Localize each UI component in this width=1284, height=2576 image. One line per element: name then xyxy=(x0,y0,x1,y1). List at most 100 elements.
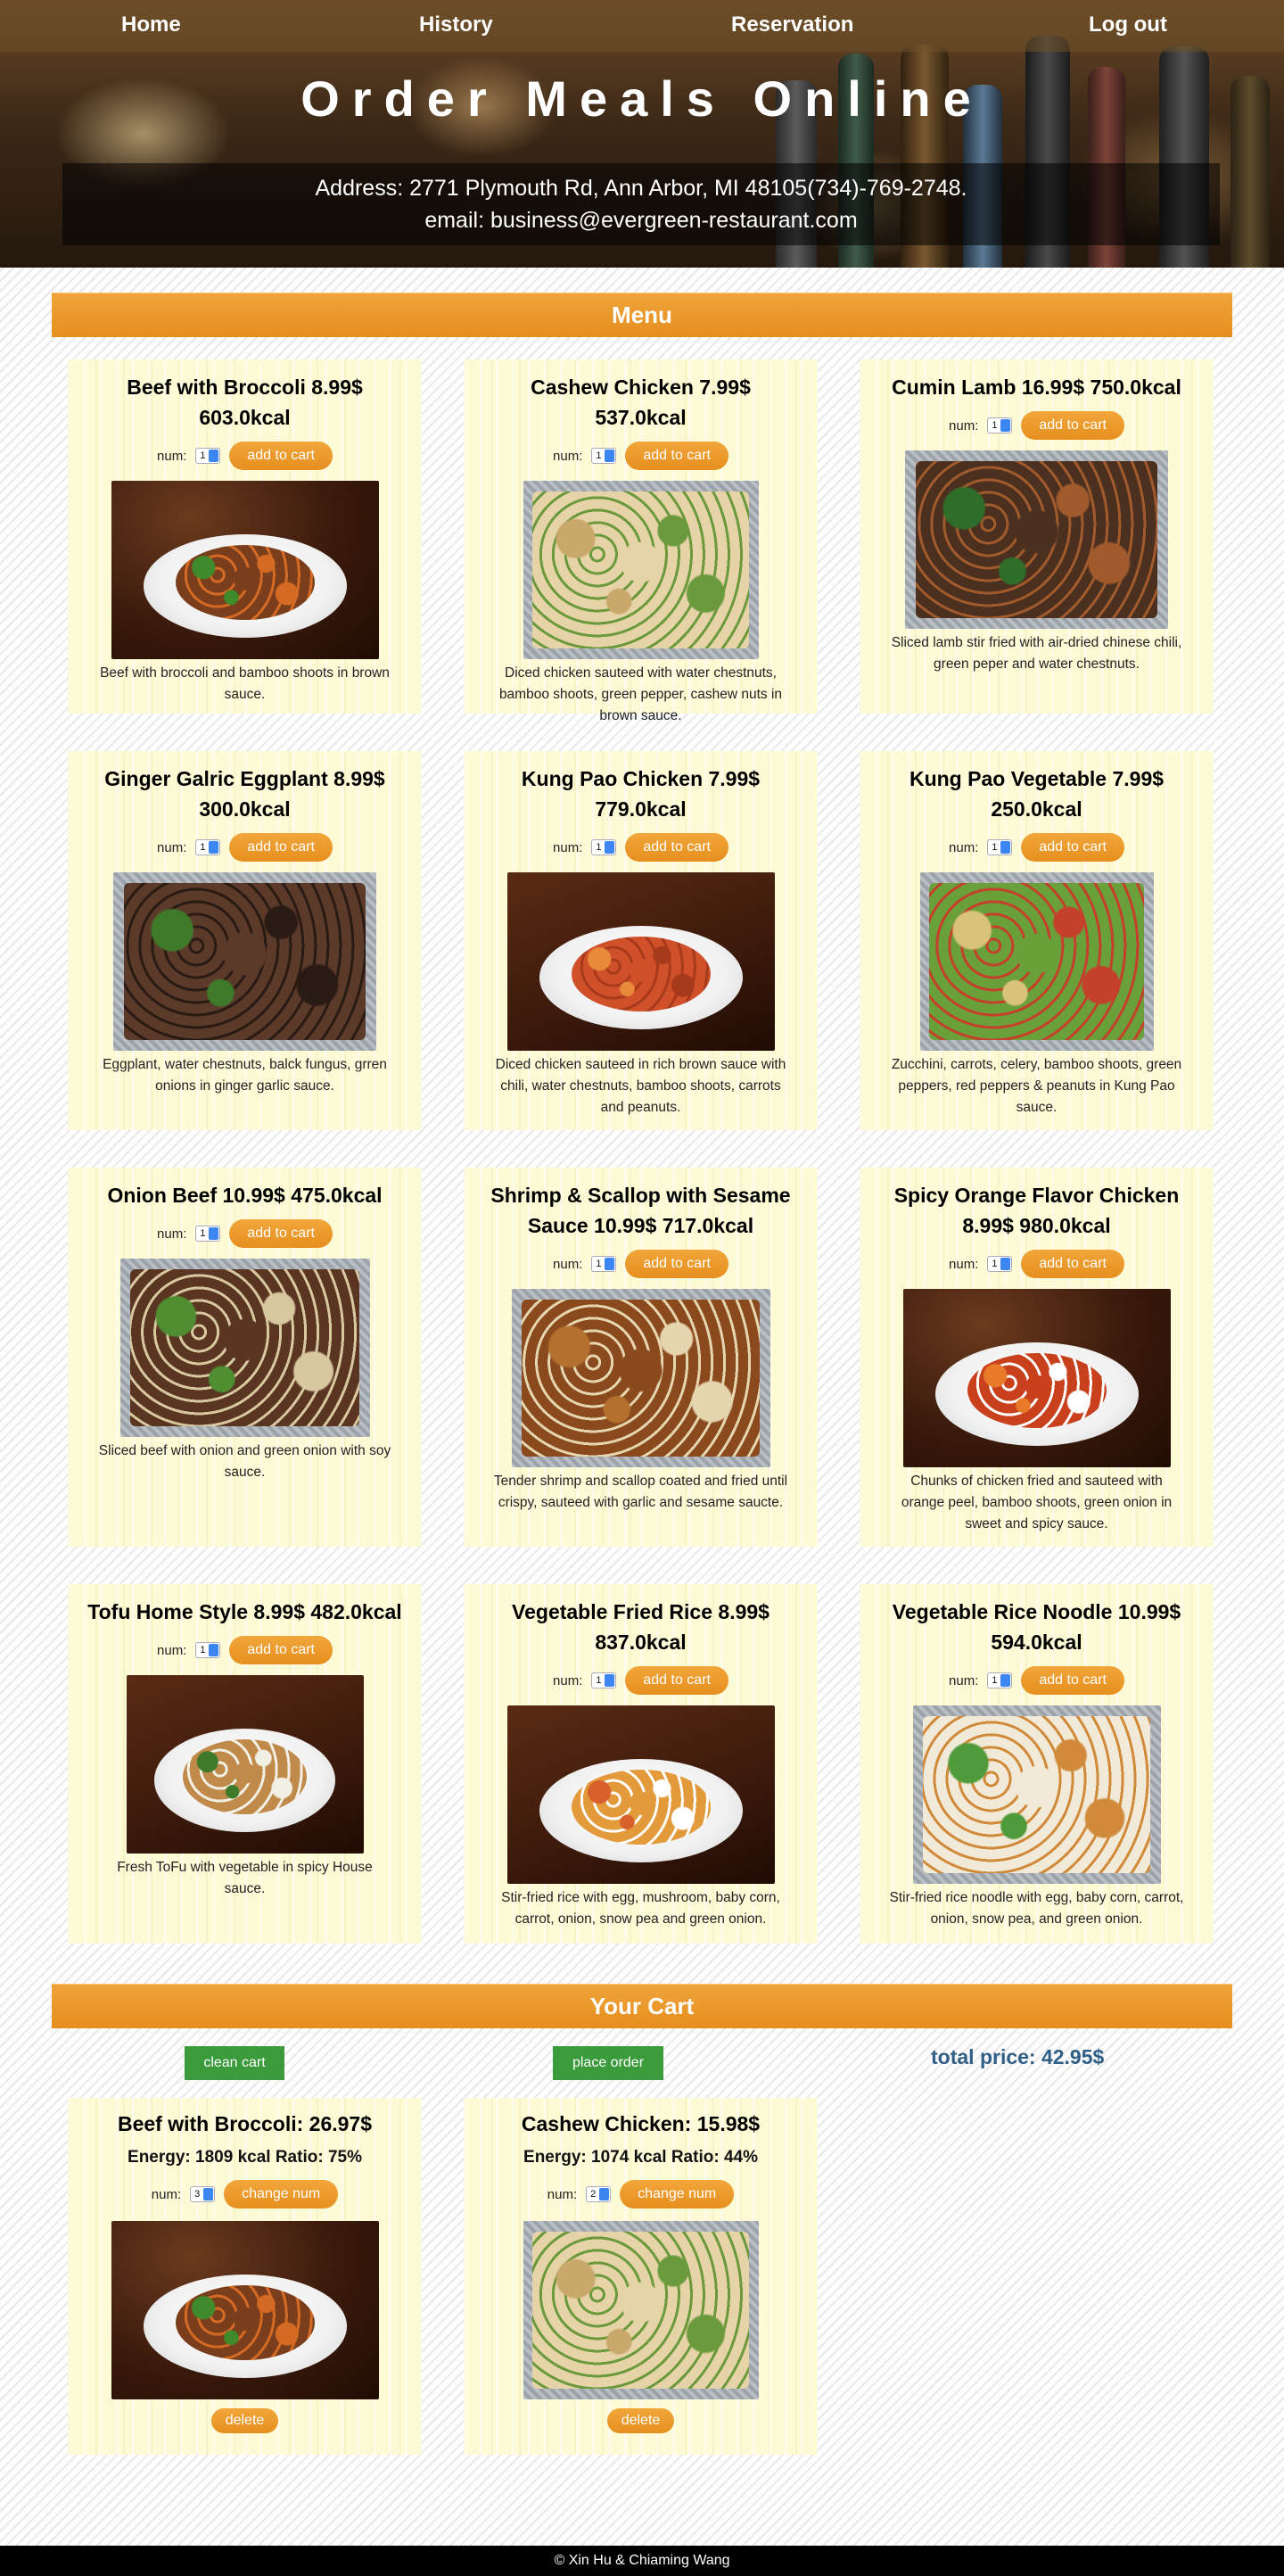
add-to-cart-button[interactable]: add to cart xyxy=(625,1250,728,1278)
quantity-select[interactable]: 1 xyxy=(591,1672,617,1688)
quantity-select[interactable]: 1 xyxy=(987,839,1013,855)
quantity-select[interactable]: 1 xyxy=(195,1226,221,1242)
add-to-cart-button[interactable]: add to cart xyxy=(625,833,728,862)
add-to-cart-button[interactable]: add to cart xyxy=(1021,1666,1124,1695)
delete-button[interactable]: delete xyxy=(606,2408,675,2433)
cart-quantity-select[interactable]: 2 xyxy=(586,2186,612,2202)
num-label: num: xyxy=(553,839,583,855)
nav-reservation-link[interactable]: Reservation xyxy=(731,12,853,37)
delete-button[interactable]: delete xyxy=(210,2408,279,2433)
quantity-row: num: 1 add to cart xyxy=(77,1219,413,1248)
menu-item-description: Zucchini, carrots, celery, bamboo shoots… xyxy=(891,1057,1182,1115)
menu-item-description: Stir-fried rice noodle with egg, baby co… xyxy=(889,1890,1184,1927)
add-to-cart-button[interactable]: add to cart xyxy=(229,833,333,862)
menu-item-title: Vegetable Fried Rice 8.99$ 837.0kcal xyxy=(512,1600,770,1654)
food-texture xyxy=(967,1353,1107,1428)
nav-history-link[interactable]: History xyxy=(419,12,493,37)
quantity-row: num: 1 add to cart xyxy=(868,411,1205,440)
quantity-row: num: 1 add to cart xyxy=(473,1666,809,1695)
num-label: num: xyxy=(547,2186,578,2202)
footer: © Xin Hu & Chiaming Wang xyxy=(0,2546,1284,2576)
quantity-row: num: 1 add to cart xyxy=(77,833,413,862)
quantity-select[interactable]: 1 xyxy=(195,448,221,464)
food-texture xyxy=(915,461,1158,618)
tofu-image xyxy=(126,1675,364,1854)
quantity-select[interactable]: 1 xyxy=(987,1256,1013,1272)
menu-item-description: Diced chicken sauteed in rich brown sauc… xyxy=(495,1057,786,1115)
add-to-cart-button[interactable]: add to cart xyxy=(1021,411,1124,440)
add-to-cart-button[interactable]: add to cart xyxy=(229,1219,333,1248)
cart-quantity-row: num: 2 change num xyxy=(473,2180,809,2209)
cart-item-energy: Energy: 1074 kcal Ratio: 44% xyxy=(523,2148,758,2167)
change-num-button[interactable]: change num xyxy=(224,2180,339,2209)
cart-item-energy: Energy: 1809 kcal Ratio: 75% xyxy=(128,2148,362,2167)
menu-item-title: Cumin Lamb 16.99$ 750.0kcal xyxy=(892,376,1181,399)
food-texture xyxy=(922,1716,1151,1873)
add-to-cart-button[interactable]: add to cart xyxy=(229,1636,333,1664)
menu-item-description: Beef with broccoli and bamboo shoots in … xyxy=(100,665,390,702)
num-label: num: xyxy=(553,1672,583,1688)
quantity-select[interactable]: 1 xyxy=(195,1642,221,1658)
cart-card: Beef with Broccoli: 26.97$ Energy: 1809 k… xyxy=(68,2098,422,2455)
num-label: num: xyxy=(949,1256,979,1272)
menu-item-title: Shrimp & Scallop with Sesame Sauce 10.99… xyxy=(490,1184,791,1237)
quantity-row: num: 1 add to cart xyxy=(77,442,413,470)
menu-item-title: Kung Pao Chicken 7.99$ 779.0kcal xyxy=(521,767,761,821)
food-texture xyxy=(175,2285,315,2360)
beef-broccoli-image xyxy=(111,481,379,659)
cashew-chicken-image xyxy=(523,481,759,659)
nav-logout-link[interactable]: Log out xyxy=(1089,12,1167,37)
add-to-cart-button[interactable]: add to cart xyxy=(1021,1250,1124,1278)
change-num-button[interactable]: change num xyxy=(620,2180,735,2209)
food-texture xyxy=(175,545,315,620)
menu-card: Shrimp & Scallop with Sesame Sauce 10.99… xyxy=(464,1168,818,1547)
num-label: num: xyxy=(949,417,979,433)
quantity-row: num: 1 add to cart xyxy=(868,833,1205,862)
onion-beef-image xyxy=(119,1259,370,1437)
orange-chicken-image xyxy=(902,1289,1171,1467)
quantity-select[interactable]: 1 xyxy=(987,1672,1013,1688)
cart-card: Cashew Chicken: 15.98$ Energy: 1074 kcal … xyxy=(464,2098,818,2455)
address-box: Address: 2771 Plymouth Rd, Ann Arbor, MI… xyxy=(62,163,1220,245)
shrimp-scallop-image xyxy=(511,1289,770,1467)
beef-broccoli-image xyxy=(111,2221,379,2399)
place-order-button[interactable]: place order xyxy=(553,2046,663,2080)
quantity-select[interactable]: 1 xyxy=(195,839,221,855)
fried-rice-image xyxy=(506,1705,775,1884)
cart-heading: Your Cart xyxy=(52,1984,1232,2028)
clean-cart-button[interactable]: clean cart xyxy=(185,2046,284,2080)
quantity-select[interactable]: 1 xyxy=(987,417,1013,433)
food-texture xyxy=(532,2232,749,2389)
cashew-chicken-image xyxy=(523,2221,759,2399)
food-texture xyxy=(532,491,749,648)
quantity-select[interactable]: 1 xyxy=(591,448,617,464)
add-to-cart-button[interactable]: add to cart xyxy=(1021,833,1124,862)
kung-pao-chicken-image xyxy=(506,872,775,1051)
menu-card: Onion Beef 10.99$ 475.0kcal num: 1 add to c… xyxy=(68,1168,422,1547)
menu-item-title: Kung Pao Vegetable 7.99$ 250.0kcal xyxy=(909,767,1165,821)
num-label: num: xyxy=(151,2186,182,2202)
food-texture xyxy=(522,1300,760,1457)
menu-item-description: Fresh ToFu with vegetable in spicy House… xyxy=(117,1860,373,1896)
num-label: num: xyxy=(157,1642,187,1658)
menu-card: Vegetable Rice Noodle 10.99$ 594.0kcal nu… xyxy=(860,1584,1214,1944)
menu-card: Kung Pao Vegetable 7.99$ 250.0kcal num: 1 a… xyxy=(860,751,1214,1130)
nav-home-link[interactable]: Home xyxy=(121,12,181,37)
cart-item-title: Cashew Chicken: 15.98$ xyxy=(521,2112,761,2135)
quantity-select[interactable]: 1 xyxy=(591,1256,617,1272)
menu-heading: Menu xyxy=(52,293,1232,337)
food-texture xyxy=(928,883,1144,1040)
num-label: num: xyxy=(553,1256,583,1272)
cumin-lamb-image xyxy=(905,450,1168,629)
menu-card: Vegetable Fried Rice 8.99$ 837.0kcal num:… xyxy=(464,1584,818,1944)
menu-item-description: Diced chicken sauteed with water chestnu… xyxy=(498,665,783,723)
add-to-cart-button[interactable]: add to cart xyxy=(625,1666,728,1695)
add-to-cart-button[interactable]: add to cart xyxy=(625,442,728,470)
add-to-cart-button[interactable]: add to cart xyxy=(229,442,333,470)
menu-item-title: Ginger Galric Eggplant 8.99$ 300.0kcal xyxy=(104,767,385,821)
cart-quantity-select[interactable]: 3 xyxy=(190,2186,216,2202)
menu-card: Kung Pao Chicken 7.99$ 779.0kcal num: 1 add… xyxy=(464,751,818,1130)
quantity-row: num: 1 add to cart xyxy=(473,833,809,862)
num-label: num: xyxy=(157,448,187,464)
quantity-select[interactable]: 1 xyxy=(591,839,617,855)
